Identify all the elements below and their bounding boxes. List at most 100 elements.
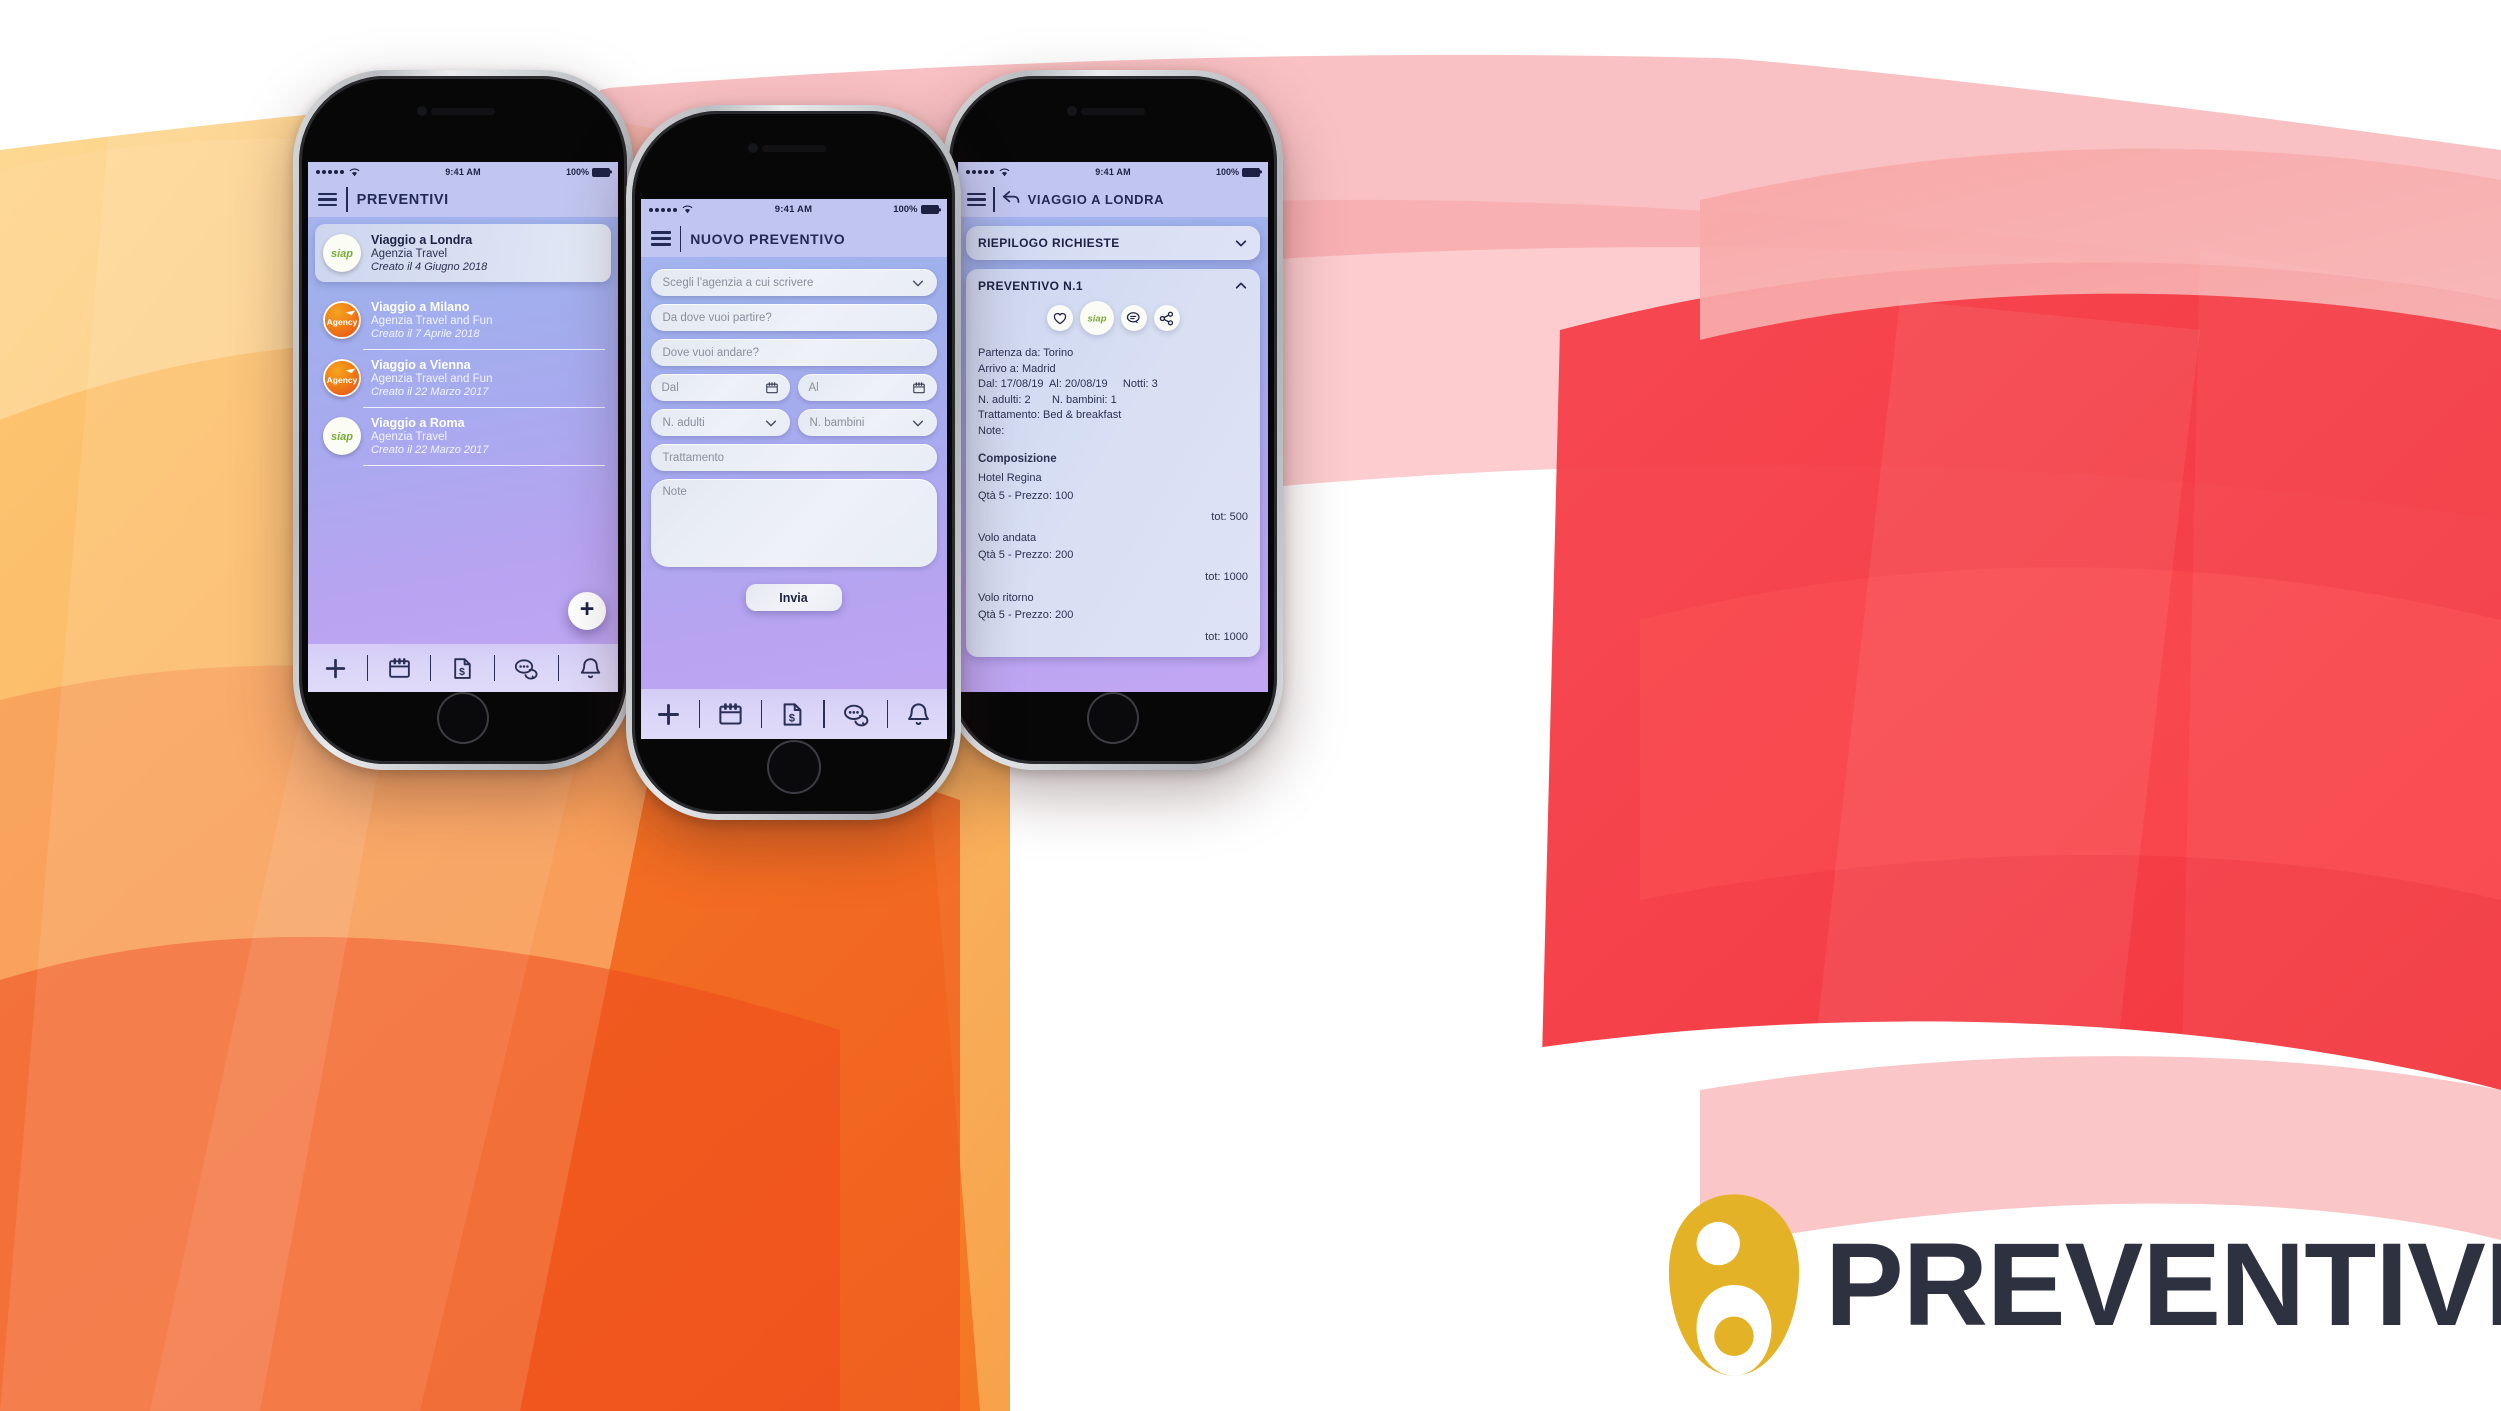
- screen-quote-detail: 9:41 AM 100% VIAGGIO A LONDRA RIEPILOGO …: [958, 162, 1268, 692]
- calendar-icon[interactable]: [765, 381, 779, 395]
- chevron-down-icon[interactable]: [764, 416, 778, 430]
- list-item[interactable]: Agency Viaggio a Vienna Agenzia Travel a…: [315, 350, 611, 408]
- quote-panel: PREVENTIVO N.1 siap Partenza da: Torino …: [966, 269, 1260, 658]
- siap-wordmark: siap: [331, 248, 353, 260]
- tab-new[interactable]: [655, 701, 682, 728]
- detail-line: N. adulti: 2 N. bambini: 1: [978, 393, 1117, 406]
- front-camera: [748, 143, 758, 153]
- list-item[interactable]: siap Viaggio a Londra Agenzia Travel Cre…: [315, 224, 611, 282]
- list-item[interactable]: Agency Viaggio a Milano Agenzia Travel a…: [315, 294, 611, 350]
- quotes-list-area[interactable]: siap Viaggio a Londra Agenzia Travel Cre…: [308, 217, 618, 644]
- chevron-up-icon[interactable]: [1234, 279, 1248, 293]
- destination-input[interactable]: Dove vuoi andare?: [650, 339, 937, 366]
- adults-select[interactable]: N. adulti: [650, 409, 790, 436]
- date-to-placeholder: Al: [808, 381, 819, 394]
- list-item-date: Creato il 22 Marzo 2017: [371, 386, 489, 398]
- wifi-icon: [349, 168, 360, 176]
- chevron-down-icon[interactable]: [911, 416, 925, 430]
- heart-icon: [1053, 312, 1066, 324]
- composition-item: Volo ritorno Qtà 5 - Prezzo: 200 tot: 10…: [978, 591, 1248, 646]
- back-arrow-icon[interactable]: [1002, 190, 1021, 210]
- date-from-input[interactable]: Dal: [650, 374, 790, 401]
- tab-calendar[interactable]: [717, 701, 744, 728]
- add-quote-fab[interactable]: +: [568, 592, 606, 630]
- favourite-action[interactable]: [1046, 305, 1073, 331]
- status-bar: 9:41 AM 100%: [958, 162, 1268, 182]
- composition-heading: Composizione: [978, 452, 1057, 465]
- list-item-agency: Agenzia Travel and Fun: [371, 315, 493, 327]
- phone-device-center: 9:41 AM 100% NUOVO PREVENTIVO Scegli l’a…: [626, 105, 961, 820]
- list-item-title: Viaggio a Milano: [371, 300, 470, 314]
- tab-notifications[interactable]: [578, 656, 603, 681]
- tab-messages[interactable]: [513, 656, 539, 681]
- composition-item-qty-price: Qtà 5 - Prezzo: 100: [978, 489, 1074, 502]
- submit-button[interactable]: Invia: [745, 584, 842, 611]
- wifi-icon: [682, 205, 692, 214]
- detail-line: Arrivo a: Madrid: [978, 362, 1056, 375]
- composition-item-total: tot: 500: [1211, 511, 1248, 524]
- tab-calendar[interactable]: [387, 656, 412, 681]
- svg-text:siap: siap: [331, 431, 353, 443]
- svg-text:siap: siap: [331, 248, 353, 260]
- tab-bar[interactable]: $: [308, 644, 618, 692]
- home-button[interactable]: [437, 692, 489, 744]
- new-quote-form-area[interactable]: Scegli l’agenzia a cui scrivere Da dove …: [641, 257, 947, 689]
- chevron-down-icon[interactable]: [911, 276, 925, 290]
- agency-select[interactable]: Scegli l’agenzia a cui scrivere: [650, 269, 937, 296]
- quote-panel-header[interactable]: PREVENTIVO N.1: [978, 279, 1248, 293]
- list-item[interactable]: siap Viaggio a Roma Agenzia Travel Creat…: [315, 408, 611, 466]
- nav-divider: [346, 187, 348, 212]
- home-button[interactable]: [1087, 692, 1139, 744]
- composition-item-total: tot: 1000: [1205, 571, 1248, 584]
- nav-bar: VIAGGIO A LONDRA: [958, 182, 1268, 217]
- status-time: 9:41 AM: [774, 204, 813, 215]
- hamburger-menu-icon[interactable]: [967, 192, 986, 207]
- home-button[interactable]: [766, 740, 821, 794]
- notes-textarea[interactable]: Note: [650, 479, 937, 567]
- tab-quotes[interactable]: $: [450, 656, 475, 681]
- hamburger-menu-icon[interactable]: [318, 192, 337, 207]
- list-item-date: Creato il 22 Marzo 2017: [371, 444, 489, 456]
- plus-icon: +: [579, 595, 595, 623]
- quote-details: Partenza da: Torino Arrivo a: Madrid Dal…: [978, 346, 1248, 645]
- invoice-dollar-icon: $: [454, 657, 471, 679]
- calendar-icon[interactable]: [912, 381, 926, 395]
- children-placeholder: N. bambini: [809, 416, 865, 429]
- agency-emblem: Agency: [323, 359, 361, 397]
- signal-dots-icon: [966, 168, 1010, 177]
- tab-messages[interactable]: [842, 701, 870, 728]
- composition-item: Volo andata Qtà 5 - Prezzo: 200 tot: 100…: [978, 531, 1248, 586]
- detail-line: Dal: 17/08/19 Al: 20/08/19 Notti: 3: [978, 378, 1158, 391]
- battery-full-icon: [920, 205, 939, 214]
- summary-panel[interactable]: RIEPILOGO RICHIESTE: [966, 226, 1260, 260]
- tab-quotes[interactable]: $: [779, 701, 806, 728]
- quote-actions-row[interactable]: siap: [978, 301, 1248, 335]
- hamburger-menu-icon[interactable]: [650, 231, 671, 246]
- share-action[interactable]: [1153, 305, 1180, 331]
- tab-new[interactable]: [323, 656, 348, 681]
- chevron-down-icon[interactable]: [1234, 236, 1248, 250]
- children-select[interactable]: N. bambini: [797, 409, 937, 436]
- tab-notifications[interactable]: [905, 701, 932, 728]
- date-from-placeholder: Dal: [661, 381, 679, 394]
- date-to-input[interactable]: Al: [797, 374, 937, 401]
- agency-logo-action[interactable]: siap: [1079, 301, 1114, 335]
- tab-bar[interactable]: $: [640, 689, 947, 739]
- quote-detail-area[interactable]: RIEPILOGO RICHIESTE PREVENTIVO N.1 siap …: [958, 217, 1268, 692]
- signal-dots-icon: [316, 168, 360, 177]
- calendar-icon: [388, 657, 410, 678]
- list-item-title: Viaggio a Londra: [371, 233, 473, 247]
- battery-percent: 100%: [1215, 167, 1239, 177]
- composition-item-name: Hotel Regina: [978, 471, 1042, 484]
- earpiece-speaker: [761, 145, 826, 152]
- nav-divider: [993, 187, 995, 212]
- origin-input[interactable]: Da dove vuoi partire?: [650, 304, 937, 331]
- invoice-dollar-icon: $: [784, 702, 802, 726]
- list-item-agency: Agenzia Travel: [371, 431, 448, 443]
- summary-panel-header[interactable]: RIEPILOGO RICHIESTE: [978, 236, 1248, 250]
- battery-percent: 100%: [565, 167, 589, 177]
- board-input[interactable]: Trattamento: [650, 444, 937, 471]
- quote-panel-title: PREVENTIVO N.1: [978, 279, 1083, 293]
- message-action[interactable]: [1120, 305, 1147, 331]
- destination-placeholder: Dove vuoi andare?: [662, 346, 760, 359]
